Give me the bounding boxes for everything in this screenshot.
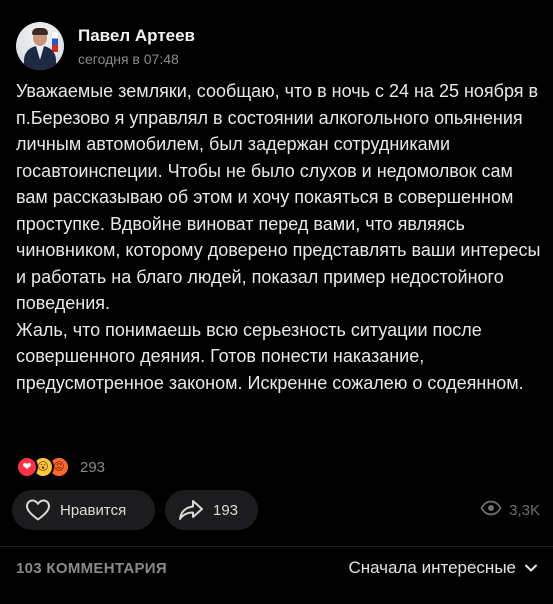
like-button[interactable]: Нравится: [12, 490, 155, 530]
eye-icon: [480, 500, 509, 520]
comments-bar: 103 КОММЕНТАРИЯ Сначала интересные: [16, 558, 538, 582]
views-count: 3,3K: [509, 501, 540, 519]
author-name[interactable]: Павел Артеев: [78, 26, 195, 46]
comments-count[interactable]: 103 КОММЕНТАРИЯ: [16, 560, 167, 577]
chevron-down-icon: [516, 558, 538, 578]
avatar-hair: [32, 28, 48, 35]
views-counter: 3,3K: [480, 490, 540, 530]
author-avatar[interactable]: [16, 22, 64, 70]
post-card: Павел Артеев сегодня в 07:48 Уважаемые з…: [0, 0, 553, 604]
share-count: 193: [213, 501, 239, 519]
reactions-count: 293: [80, 458, 106, 476]
share-arrow-icon: [178, 499, 204, 521]
post-meta: Павел Артеев сегодня в 07:48: [78, 26, 195, 67]
avatar-flag: [52, 32, 58, 52]
post-header: Павел Артеев сегодня в 07:48: [16, 20, 195, 72]
post-paragraph: Уважаемые земляки, сообщаю, что в ночь с…: [16, 81, 541, 313]
like-label: Нравится: [60, 501, 127, 519]
divider: [0, 546, 553, 547]
heart-icon: ❤: [16, 456, 38, 478]
post-actions: Нравится 193 3,3K: [12, 490, 542, 530]
post-text: Уважаемые земляки, сообщаю, что в ночь с…: [16, 78, 546, 396]
reactions-summary[interactable]: ❤ 😮 😡 293: [16, 454, 105, 480]
comments-sort-dropdown[interactable]: Сначала интересные: [348, 558, 538, 578]
post-paragraph: Жаль, что понимаешь всю серьезность ситу…: [16, 319, 524, 393]
share-button[interactable]: 193: [165, 490, 258, 530]
post-timestamp[interactable]: сегодня в 07:48: [78, 51, 195, 67]
sort-label: Сначала интересные: [348, 558, 516, 577]
heart-outline-icon: [25, 498, 51, 522]
